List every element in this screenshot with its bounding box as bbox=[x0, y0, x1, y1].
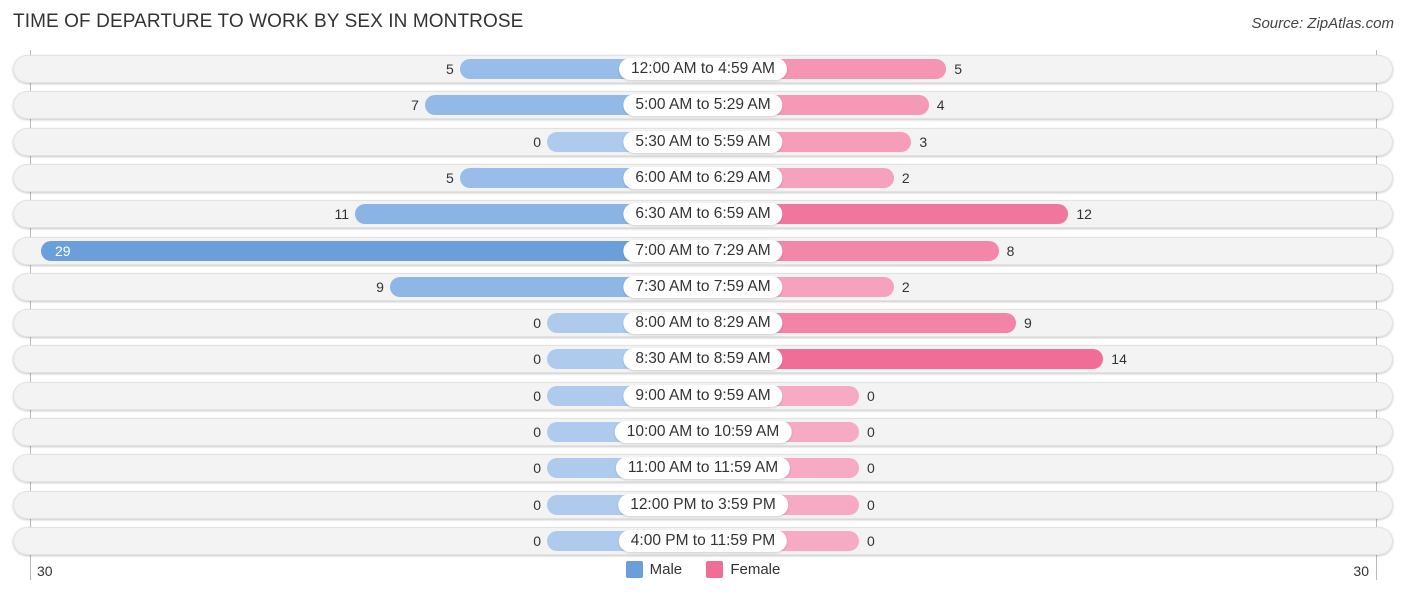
value-label-female: 0 bbox=[867, 532, 875, 549]
value-label-female: 0 bbox=[867, 387, 875, 404]
value-label-male: 0 bbox=[533, 496, 541, 513]
legend-label-male: Male bbox=[649, 561, 683, 578]
value-label-female: 2 bbox=[901, 169, 910, 186]
value-label-male: 0 bbox=[533, 133, 541, 150]
category-label: 7:00 AM to 7:29 AM bbox=[623, 239, 783, 262]
category-label: 7:30 AM to 7:59 AM bbox=[623, 275, 783, 298]
value-label-male: 5 bbox=[445, 169, 454, 186]
value-label-female: 5 bbox=[954, 61, 963, 77]
value-label-male: 29 bbox=[54, 242, 71, 259]
value-label-female: 12 bbox=[1076, 206, 1092, 223]
category-label: 4:00 PM to 11:59 PM bbox=[618, 529, 788, 552]
value-label-female: 0 bbox=[867, 496, 875, 513]
value-label-female: 9 bbox=[1024, 315, 1032, 332]
value-label-male: 5 bbox=[445, 61, 454, 77]
category-label: 10:00 AM to 10:59 AM bbox=[614, 421, 792, 443]
chart-area: 5 5 12:00 AM to 4:59 AM 7 4 5:00 AM to 5:29 A… bbox=[0, 0, 1406, 595]
legend-label-female: Female bbox=[730, 561, 781, 578]
category-label: 5:30 AM to 5:59 AM bbox=[623, 130, 783, 153]
category-label: 12:00 PM to 3:59 PM bbox=[618, 493, 788, 516]
value-label-female: 8 bbox=[1006, 242, 1015, 259]
value-label-female: 0 bbox=[867, 460, 875, 477]
value-label-male: 0 bbox=[533, 351, 541, 368]
category-label: 11:00 AM to 11:59 AM bbox=[615, 457, 791, 480]
value-label-female: 3 bbox=[919, 133, 928, 150]
legend-swatch-female bbox=[706, 561, 724, 578]
category-label: 5:00 AM to 5:29 AM bbox=[623, 94, 783, 117]
value-label-female: 14 bbox=[1111, 351, 1127, 368]
legend: Male Female bbox=[0, 561, 1406, 582]
value-label-male: 0 bbox=[533, 460, 541, 477]
value-label-male: 0 bbox=[533, 532, 541, 549]
value-label-female: 2 bbox=[901, 278, 910, 295]
value-label-male: 0 bbox=[533, 315, 541, 332]
value-label-male: 7 bbox=[411, 97, 419, 114]
value-label-male: 9 bbox=[376, 278, 384, 295]
bar-male[interactable] bbox=[40, 240, 703, 261]
legend-item-female[interactable]: Female bbox=[706, 561, 780, 578]
category-label: 8:30 AM to 8:59 AM bbox=[623, 348, 783, 371]
legend-item-male[interactable]: Male bbox=[625, 561, 683, 578]
category-label: 6:30 AM to 6:59 AM bbox=[623, 203, 783, 226]
value-label-female: 4 bbox=[936, 97, 945, 114]
value-label-male: 11 bbox=[334, 206, 350, 223]
category-label: 9:00 AM to 9:59 AM bbox=[623, 384, 783, 407]
value-label-male: 0 bbox=[533, 424, 541, 440]
value-label-female: 0 bbox=[867, 424, 875, 440]
category-label: 8:00 AM to 8:29 AM bbox=[623, 312, 783, 335]
category-label: 12:00 AM to 4:59 AM bbox=[619, 58, 787, 80]
category-label: 6:00 AM to 6:29 AM bbox=[623, 166, 783, 189]
legend-swatch-male bbox=[625, 561, 643, 578]
value-label-male: 0 bbox=[533, 387, 541, 404]
